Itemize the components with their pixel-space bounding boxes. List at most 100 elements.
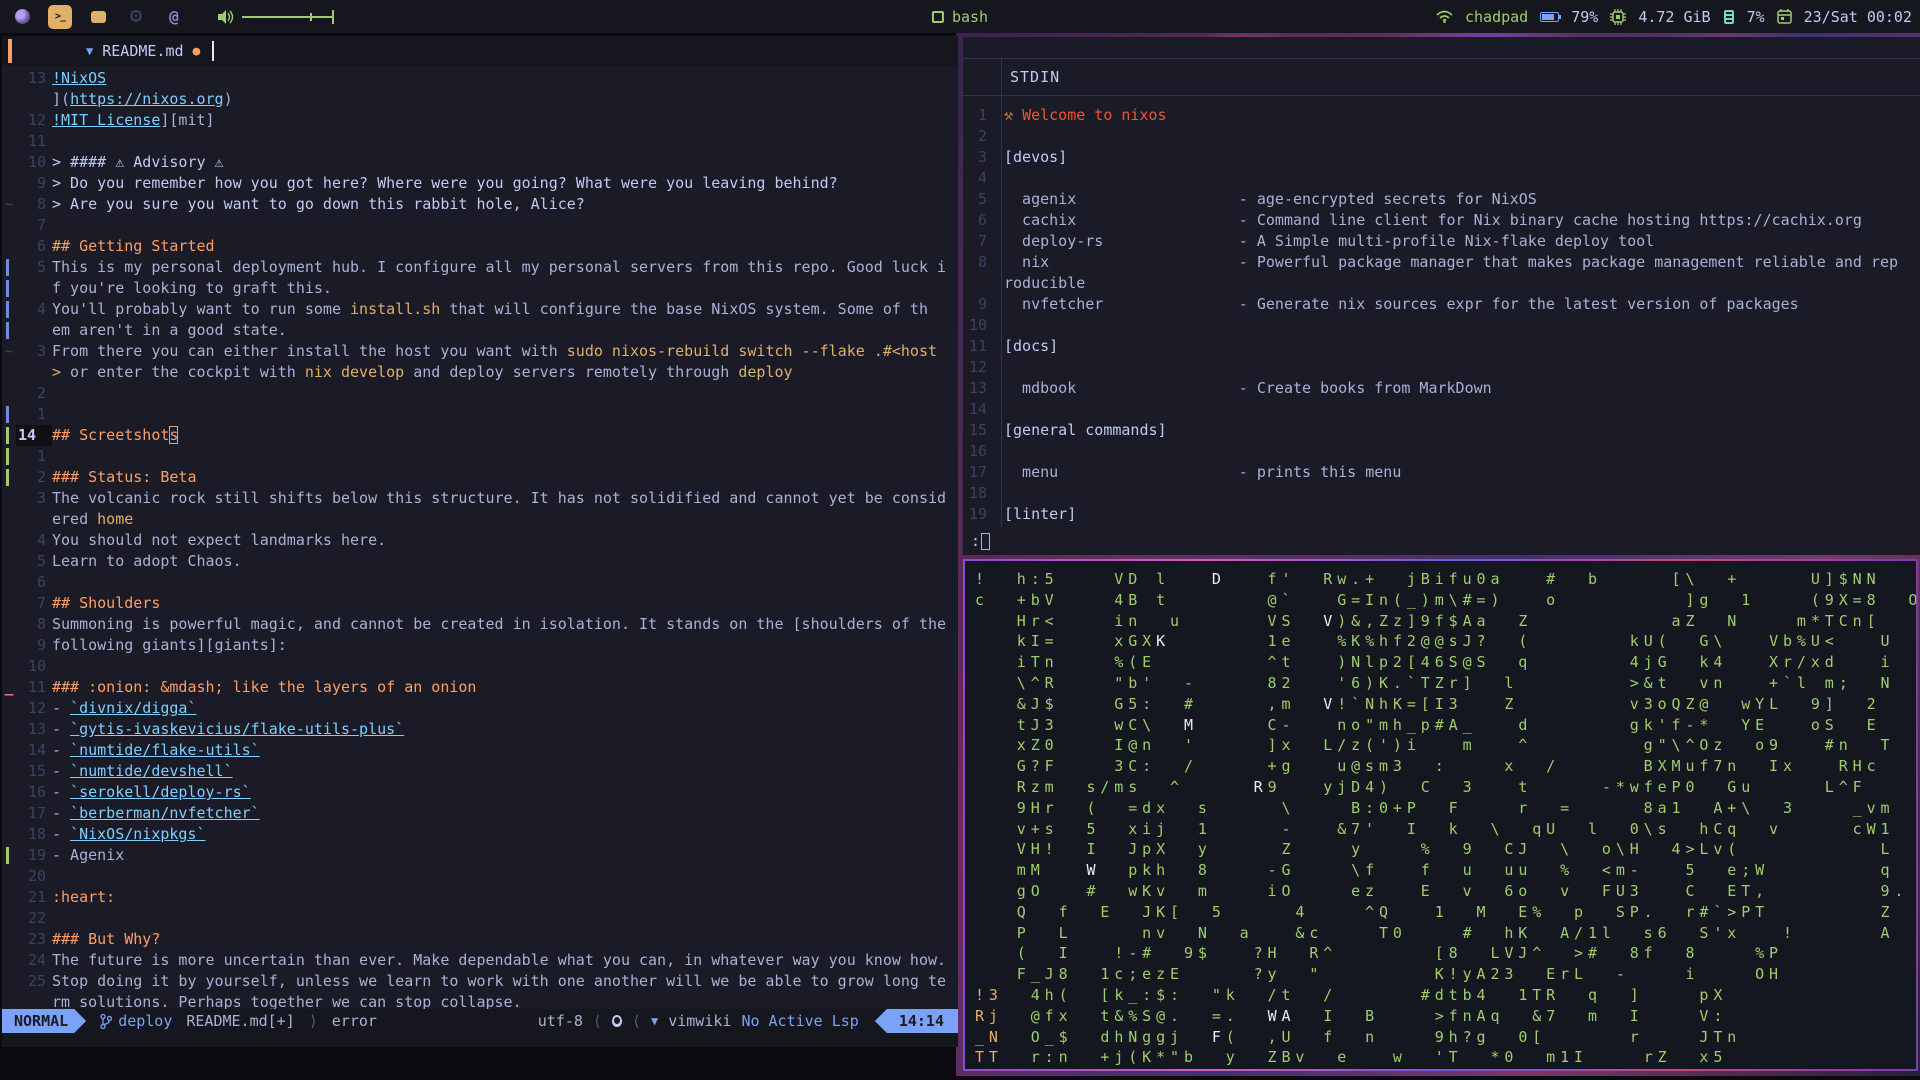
volume-control[interactable] (218, 9, 334, 24)
line-text: You'll probably want to run some install… (52, 299, 958, 320)
matrix-chars: gO # wKv m iO ez E v 6o v FU3 C ET, 9. (975, 881, 1909, 900)
line-number: 13 (27, 720, 46, 738)
stdin-header: STDIN (963, 58, 1920, 96)
text-segment: `numtide/flake-utils` (70, 741, 260, 759)
sign-column (2, 614, 16, 635)
editor-line: 14 ## Screetshots (2, 425, 958, 446)
editor-cmdline (2, 1033, 958, 1047)
matrix-row: iTn %(E ^t )Nlp2[46S@S q 4jG k4 Xr/xd i (975, 652, 1910, 673)
text-segment: Stop doing it by yourself, unless we lea… (52, 972, 947, 990)
text-segment: Learn to adopt Chaos. (52, 552, 242, 570)
line-text (52, 572, 958, 593)
window-title: bash (951, 7, 989, 26)
matrix-row: VH! I JpX y Z y % 9 CJ \ o\H 4>Lv( L (975, 839, 1910, 860)
text-segment: ]( (52, 90, 71, 108)
line-text: [devos] (995, 147, 1067, 168)
line-number: 9 (977, 295, 987, 313)
sign-column (2, 425, 16, 446)
command-prompt[interactable]: : (971, 532, 991, 550)
editor-window[interactable]: ▼ README.md ● 13 !NixOS](https://nixos.or… (2, 36, 958, 1047)
matrix-row: Hr< in u VS V)&,Zz]9f$Aa Z aZ N m*TCn[ (975, 611, 1910, 632)
terminal-line: 19 [linter] (963, 504, 1920, 525)
sign-column (2, 89, 16, 110)
stdin-terminal-window[interactable]: STDIN 1 ⚒ Welcome to nixos 2 3 [devos] 4 5 age… (962, 37, 1920, 555)
terminal-icon[interactable]: >_ (48, 4, 72, 29)
mentions-icon[interactable]: @ (162, 5, 186, 29)
terminal-line: 1 ⚒ Welcome to nixos (963, 105, 1920, 126)
matrix-chars: Rj (975, 1006, 1003, 1025)
line-number: 23 (27, 930, 46, 948)
text-segment: ered (52, 510, 98, 528)
text-segment: The future is more uncertain than ever. … (52, 951, 947, 969)
editor-line: 19 - Agenix (2, 845, 958, 866)
editor-line: 15- `numtide/devshell` (2, 761, 958, 782)
line-number: 15 (27, 762, 46, 780)
status-bar: >_ ⚙ @ bash chadpad 79% 4.72 GiB 7% 23/S… (0, 0, 1920, 33)
matrix-row: &J$ G5: # ,m V!`NhK=[I3 Z v3oQZ@ wYL 9] … (975, 694, 1910, 715)
editor-line: 9 following giants][giants]: (2, 635, 958, 656)
statusline-filename: README.md[+] (186, 1012, 295, 1030)
vim-mode-badge: NORMAL (2, 1009, 86, 1033)
text-segment: ) (223, 90, 233, 108)
matrix-chars: TT (975, 1048, 1003, 1067)
terminal-line: 13 mdbook - Create books from MarkDown (963, 378, 1920, 399)
matrix-row: 9Hr ( =dx s \ B:0+P F r = 8a1 A+\ 3 _vm (975, 798, 1910, 819)
editor-line: 12 !MIT License][mit] (2, 110, 958, 131)
matrix-chars: &J$ G5: # ,m (975, 694, 1324, 713)
chat-icon[interactable] (86, 5, 110, 29)
memory-usage: 4.72 GiB (1638, 7, 1711, 26)
line-number (16, 509, 52, 530)
matrix-chars: C- no"mh_p#A_ d gk'f-* YE oS E (1197, 715, 1881, 734)
matrix-row: G?F 3C: / +g u@sm3 : x / BXMuf7n Ix RHc (975, 756, 1910, 777)
line-number: 4 (36, 531, 46, 549)
editor-line: 6 ## Getting Started (2, 236, 958, 257)
matrix-chars: Hr< in u VS (975, 611, 1324, 630)
matrix-chars: V (1323, 694, 1338, 713)
prompt-cursor (981, 532, 991, 550)
editor-buffer[interactable]: 13 !NixOS](https://nixos.org) 12 !MIT Licen… (2, 68, 958, 1013)
gear-icon[interactable]: ⚙ (124, 5, 148, 29)
line-text: ### But Why? (52, 929, 958, 950)
line-text: > or enter the cockpit with nix develop … (52, 362, 958, 383)
text-segment: > Are you sure you want to go down this … (52, 195, 585, 213)
line-number: 15 (968, 421, 987, 439)
editor-line: 2 (2, 383, 958, 404)
line-text (52, 131, 958, 152)
line-text: ](https://nixos.org) (52, 89, 958, 110)
separator-right-icon: ⟩ (308, 1012, 318, 1030)
workspace-launcher-group: >_ ⚙ @ (0, 4, 334, 29)
matrix-terminal-window[interactable]: ! h:5 VD l D f' Rw.+ jBifu0a # b [\ + U]… (965, 561, 1916, 1069)
text-segment: The volcanic rock still shifts below thi… (52, 489, 947, 507)
diagnostic-label: error (331, 1012, 377, 1030)
firefox-icon[interactable] (10, 5, 34, 29)
line-number (16, 278, 52, 299)
matrix-row: !3 4h( [k_:$: "k /t / #dtb4 1TR q ] pX (975, 985, 1910, 1006)
os-linux-icon (611, 1015, 622, 1027)
text-segment: ][mit] (160, 111, 215, 129)
editor-line: 21:heart: (2, 887, 958, 908)
stdin-buffer[interactable]: 1 ⚒ Welcome to nixos 2 3 [devos] 4 5 agenix - … (963, 105, 1920, 525)
matrix-row: _N O_$ dhNggj F( ,U f n 9h?g 0[ r JTn (975, 1027, 1910, 1048)
matrix-row: xZ0 I@n ' ]x L/z(')i m ^ g"\^Oz o9 #n T (975, 735, 1910, 756)
sign-column (2, 215, 16, 236)
volume-slider[interactable] (242, 9, 334, 24)
line-number: 10 (968, 316, 987, 334)
sign-column (2, 404, 16, 425)
line-number: 13 (27, 69, 46, 87)
matrix-row: Rzm s/ms ^ R9 yjD4) C 3 t -*wfeP0 Gu L^F (975, 777, 1910, 798)
matrix-chars: f' Rw.+ jBifu0a # b [\ + U]$NN (1225, 570, 1881, 588)
editor-line: 5 This is my personal deployment hub. I c… (2, 257, 958, 278)
editor-line: em aren't in a good state. (2, 320, 958, 341)
line-text: This is my personal deployment hub. I co… (52, 257, 958, 278)
lsp-status: No Active Lsp (741, 1012, 859, 1030)
tab-readme[interactable]: ▼ README.md ● (86, 42, 200, 60)
matrix-chars: VH! I JpX y Z y % 9 CJ \ o\H 4>Lv( L (975, 840, 1895, 859)
line-text: You should not expect landmarks here. (52, 530, 958, 551)
editor-line: 20 (2, 866, 958, 887)
text-segment: deploy-rs - A Simple multi-profile Nix-f… (1004, 232, 1655, 250)
text-segment: ## Screetshot (52, 426, 170, 444)
matrix-chars: D (1211, 570, 1226, 588)
line-number: 3 (977, 148, 987, 166)
line-number: 1 (36, 447, 46, 465)
text-segment: ⚒ (1004, 106, 1023, 124)
